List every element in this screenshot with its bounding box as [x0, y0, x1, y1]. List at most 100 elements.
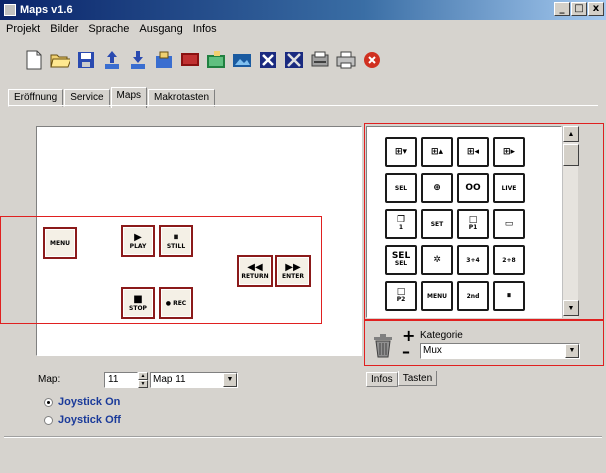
palette-key[interactable]: ⊞◂	[457, 137, 489, 167]
palette-key[interactable]: SEL	[385, 173, 417, 203]
tab-tasten[interactable]: Tasten	[397, 371, 438, 386]
map-key-menu[interactable]: MENU	[43, 227, 77, 259]
spin-down-icon[interactable]: ▼	[138, 380, 148, 388]
palette-key[interactable]: OO	[457, 173, 489, 203]
palette-key-symbol: OO	[465, 182, 481, 193]
radio-button[interactable]	[44, 397, 53, 407]
palette-key[interactable]: □ P2	[385, 281, 417, 311]
scroll-thumb[interactable]	[563, 144, 579, 166]
palette-key-symbol: ⏸	[506, 290, 512, 301]
main-tabs: Eröffnung Service Maps Makrotasten	[8, 86, 216, 108]
maps-app-window: Maps v1.6 _ □ x Projekt Bilder Sprache A…	[0, 0, 606, 473]
palette-key[interactable]: SET	[421, 209, 453, 239]
map-key-label: PLAY	[129, 242, 147, 250]
palette-key[interactable]: MENU	[421, 281, 453, 311]
menu-ausgang[interactable]: Ausgang	[139, 23, 182, 35]
palette-key-symbol: ⊞▾	[394, 146, 408, 157]
palette-key[interactable]: 3+4	[457, 245, 489, 275]
map-number-input[interactable]: 11	[104, 372, 138, 388]
joystick-off-option[interactable]: Joystick Off	[44, 414, 121, 426]
delete-x-icon[interactable]	[258, 50, 278, 70]
close-button[interactable]: x	[588, 2, 604, 16]
palette-key-label: P1	[468, 224, 478, 231]
print-icon[interactable]	[336, 50, 356, 70]
radio-label: Joystick Off	[58, 414, 121, 426]
palette-key[interactable]: □ P1	[457, 209, 489, 239]
palette-key[interactable]: ✲	[421, 245, 453, 275]
palette-key-symbol: ⊞▴	[430, 146, 444, 157]
tab-infos[interactable]: Infos	[366, 372, 398, 387]
window-controls: _ □ x	[554, 2, 604, 16]
palette-key-label: 1	[398, 224, 404, 231]
menu-bilder[interactable]: Bilder	[50, 23, 78, 35]
remove-category-button[interactable]: –	[402, 342, 410, 361]
palette-key[interactable]: ❐ 1	[385, 209, 417, 239]
open-folder-icon[interactable]	[50, 50, 70, 70]
panel-tabs: Infos Tasten	[366, 371, 438, 387]
spin-up-icon[interactable]: ▲	[138, 372, 148, 380]
palette-key[interactable]: ⊞▾	[385, 137, 417, 167]
map-key-rec[interactable]: ● REC	[159, 287, 193, 319]
stop-icon[interactable]	[362, 50, 382, 70]
palette-key[interactable]: 2nd	[457, 281, 489, 311]
map-key-label: ● REC	[165, 299, 187, 307]
new-file-icon[interactable]	[24, 50, 44, 70]
menu-sprache[interactable]: Sprache	[88, 23, 129, 35]
map-key-play[interactable]: ▶ PLAY	[121, 225, 155, 257]
map-canvas[interactable]: MENU ▶ PLAY ⏸ STILL ◀◀ RETURN ▶▶ ENTER ■…	[36, 126, 362, 356]
palette-scrollbar[interactable]: ▲ ▼	[562, 126, 579, 318]
menu-projekt[interactable]: Projekt	[6, 23, 40, 35]
palette-key[interactable]: ⊞▸	[493, 137, 525, 167]
palette-key[interactable]: 2+8	[493, 245, 525, 275]
map-key-stop[interactable]: ■ STOP	[121, 287, 155, 319]
scroll-down-icon[interactable]: ▼	[563, 300, 579, 316]
category-select[interactable]: Mux ▼	[420, 343, 580, 359]
palette-key[interactable]: SEL SEL	[385, 245, 417, 275]
palette-key-label: 2+8	[502, 256, 516, 264]
scroll-up-icon[interactable]: ▲	[563, 126, 579, 142]
menu-infos[interactable]: Infos	[193, 23, 217, 35]
palette-key[interactable]: ⊕	[421, 173, 453, 203]
chevron-down-icon[interactable]: ▼	[223, 373, 237, 387]
save-icon[interactable]	[76, 50, 96, 70]
window-title: Maps v1.6	[20, 4, 73, 16]
palette-key[interactable]: ▭	[493, 209, 525, 239]
map-number-value: 11	[108, 374, 119, 385]
palette-key-symbol: ▭	[504, 218, 514, 229]
map-key-label: STILL	[166, 242, 186, 250]
map-key-enter[interactable]: ▶▶ ENTER	[275, 255, 311, 287]
map-key-return[interactable]: ◀◀ RETURN	[237, 255, 273, 287]
map-label: Map:	[38, 374, 61, 385]
map-select-value: Map 11	[153, 374, 186, 385]
palette-key[interactable]: ⊞▴	[421, 137, 453, 167]
palette-key-label: 3+4	[466, 256, 480, 264]
delete-all-icon[interactable]	[284, 50, 304, 70]
rewind-icon: ◀◀	[247, 261, 263, 273]
download-icon[interactable]	[128, 50, 148, 70]
map-select[interactable]: Map 11 ▼	[150, 372, 238, 388]
radio-label: Joystick On	[58, 396, 121, 408]
palette-key[interactable]: ⏸	[493, 281, 525, 311]
minimize-button[interactable]: _	[554, 2, 570, 16]
monitor-icon[interactable]	[180, 50, 200, 70]
trash-icon[interactable]	[372, 334, 394, 358]
palette-key-symbol: ⊞◂	[466, 146, 480, 157]
palette-key-symbol: ✲	[433, 254, 441, 265]
map-key-still[interactable]: ⏸ STILL	[159, 225, 193, 257]
palette-key-symbol: ⊕	[433, 182, 441, 193]
scanner-icon[interactable]	[310, 50, 330, 70]
chevron-down-icon[interactable]: ▼	[565, 344, 579, 358]
upload-icon[interactable]	[102, 50, 122, 70]
palette-key[interactable]: LIVE	[493, 173, 525, 203]
picture-icon[interactable]	[232, 50, 252, 70]
category-value: Mux	[423, 345, 442, 356]
image-edit-icon[interactable]	[206, 50, 226, 70]
palette-key-label: SEL	[394, 260, 408, 267]
radio-button[interactable]	[44, 415, 53, 425]
maximize-button[interactable]: □	[571, 2, 587, 16]
map-spinner[interactable]: ▲ ▼	[138, 372, 148, 388]
import-icon[interactable]	[154, 50, 174, 70]
palette-key-label: SET	[430, 220, 444, 228]
joystick-on-option[interactable]: Joystick On	[44, 396, 120, 408]
pause-icon: ⏸	[173, 231, 179, 243]
